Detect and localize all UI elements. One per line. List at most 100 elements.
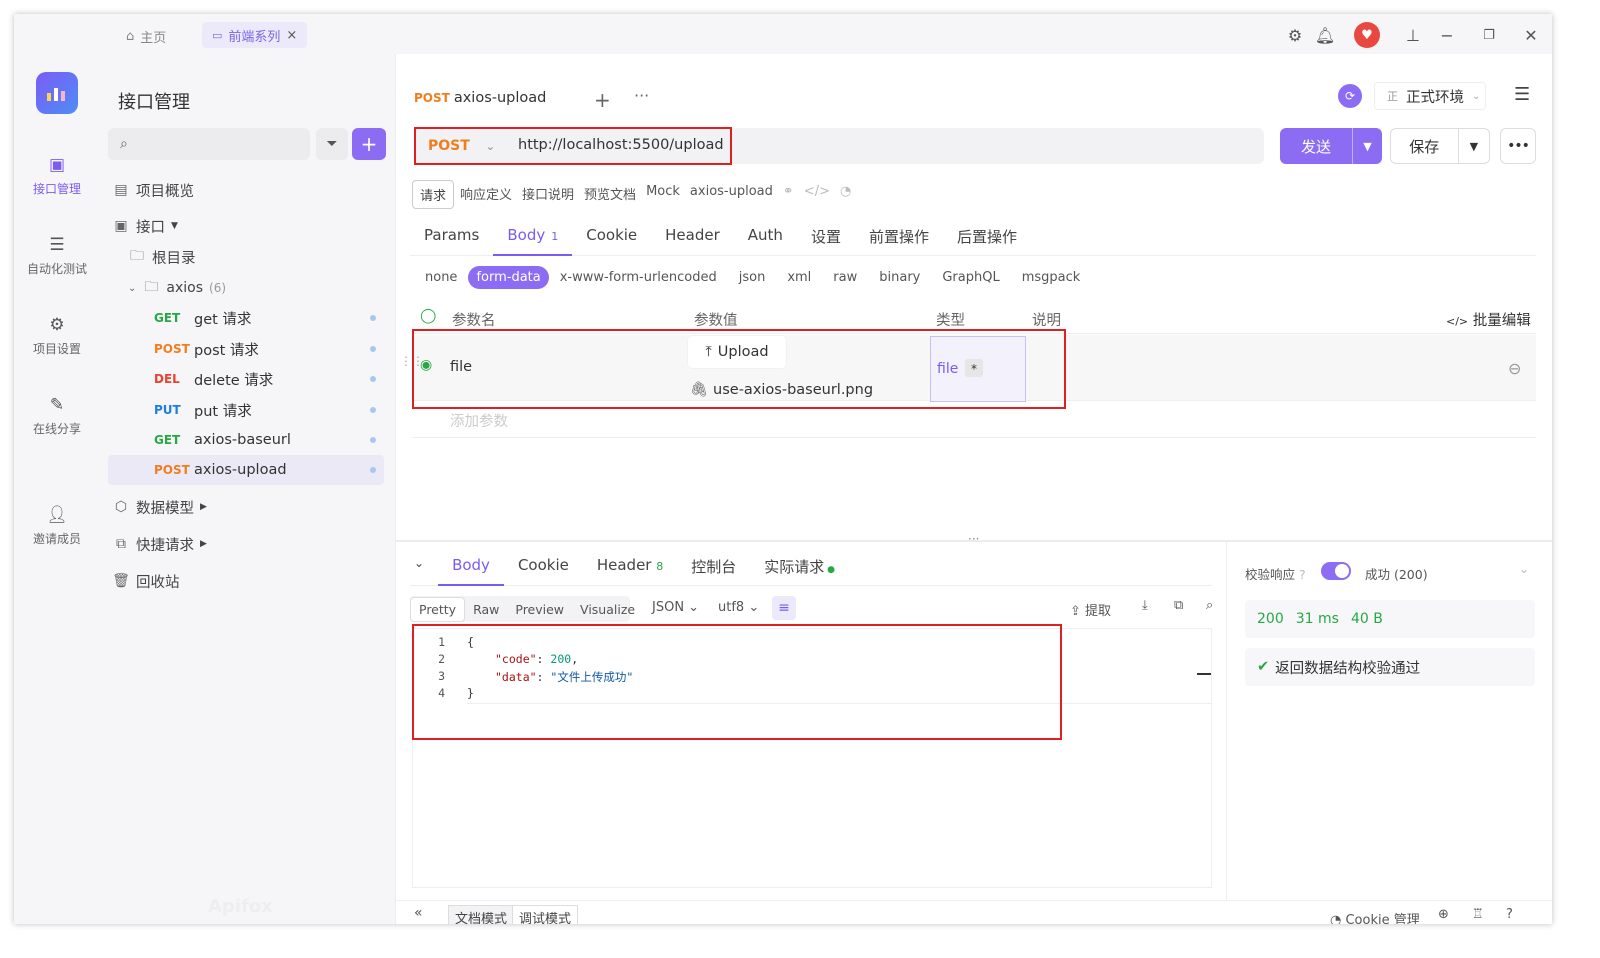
rail-automation[interactable]: ☰ 自动化测试 bbox=[14, 234, 100, 277]
format-select[interactable]: JSON ⌄ bbox=[652, 600, 699, 615]
chevron-down-icon[interactable]: ▼ bbox=[1352, 128, 1382, 164]
tab-body[interactable]: Body 1 bbox=[493, 220, 573, 256]
body-type-raw[interactable]: raw bbox=[822, 266, 868, 289]
more-button[interactable]: ••• bbox=[1500, 128, 1536, 164]
tab-post-actions[interactable]: 后置操作 bbox=[943, 220, 1031, 256]
search-input[interactable]: ⌕ bbox=[108, 128, 310, 160]
tree-api-item-selected[interactable]: POST axios-upload bbox=[108, 455, 384, 485]
tree-api-item[interactable]: GET axios-baseurl bbox=[108, 425, 384, 455]
tab-settings[interactable]: 设置 bbox=[797, 220, 855, 256]
tab-auth[interactable]: Auth bbox=[734, 220, 797, 256]
body-type-json[interactable]: json bbox=[728, 266, 777, 289]
subtab-mock[interactable]: Mock bbox=[642, 180, 684, 209]
tree-data-model[interactable]: ⬡ 数据模型 ▶ bbox=[112, 493, 207, 521]
tree-overview[interactable]: ▤ 项目概览 bbox=[112, 176, 194, 204]
tree-folder-axios[interactable]: ⌄ 🗀 axios (6) bbox=[128, 274, 226, 302]
restore-icon[interactable]: ❐ bbox=[1478, 24, 1500, 46]
resp-tab-console[interactable]: 控制台 bbox=[677, 550, 750, 586]
tab-cookie[interactable]: Cookie bbox=[572, 220, 651, 256]
close-tab-icon[interactable]: × bbox=[286, 28, 297, 43]
tree-api-item[interactable]: GET get 请求 bbox=[108, 303, 384, 333]
subtab-request[interactable]: 请求 bbox=[412, 180, 455, 209]
resize-handle-icon[interactable]: ··· bbox=[968, 532, 979, 546]
link-icon[interactable]: ⚭ bbox=[779, 180, 798, 209]
filter-button[interactable]: ⏷ bbox=[316, 128, 348, 160]
add-param-row[interactable]: 添加参数 bbox=[412, 402, 1536, 438]
collapse-sidebar-icon[interactable]: « bbox=[414, 905, 423, 921]
tree-apis[interactable]: ▣ 接口 ▼ bbox=[112, 212, 178, 240]
code-icon[interactable]: </> bbox=[800, 180, 834, 209]
close-window-icon[interactable]: ✕ bbox=[1520, 24, 1542, 46]
tab-home[interactable]: ⌂ 主页 bbox=[126, 24, 166, 48]
more-tabs-icon[interactable]: ··· bbox=[634, 86, 649, 105]
view-pretty[interactable]: Pretty bbox=[410, 596, 466, 622]
tab-params[interactable]: Params bbox=[410, 220, 493, 256]
resp-tab-body[interactable]: Body bbox=[438, 550, 504, 586]
debug-mode-button[interactable]: 调试模式 bbox=[512, 905, 579, 924]
body-type-form-data[interactable]: form-data bbox=[468, 266, 549, 289]
body-type-graphql[interactable]: GraphQL bbox=[931, 266, 1010, 289]
copy-icon[interactable]: ⧉ bbox=[1174, 598, 1183, 613]
encoding-select[interactable]: utf8 ⌄ bbox=[718, 600, 759, 615]
tree-root[interactable]: 🗀 根目录 bbox=[128, 243, 196, 271]
view-visualize[interactable]: Visualize bbox=[572, 598, 643, 621]
drag-handle-icon[interactable]: ⋮⋮ bbox=[400, 354, 424, 368]
chevron-down-icon[interactable]: ⌄ bbox=[1519, 562, 1529, 576]
check-all-icon[interactable]: ◯ bbox=[420, 308, 436, 324]
tab-frontend-series[interactable]: ▭ 前端系列 × bbox=[202, 22, 308, 48]
chevron-down-icon[interactable]: ▼ bbox=[1457, 129, 1489, 163]
subtab-doc[interactable]: 接口说明 bbox=[518, 180, 578, 209]
tree-api-item[interactable]: PUT put 请求 bbox=[108, 395, 384, 425]
body-type-msgpack[interactable]: msgpack bbox=[1011, 266, 1092, 289]
wrap-icon[interactable]: ≡ bbox=[772, 596, 796, 620]
subtab-response-def[interactable]: 响应定义 bbox=[456, 180, 516, 209]
collapse-chevron-icon[interactable]: ⌄ bbox=[410, 550, 438, 586]
doc-mode-button[interactable]: 文档模式 bbox=[448, 905, 515, 924]
request-tab[interactable]: POST axios-upload bbox=[406, 78, 576, 120]
resp-tab-actual[interactable]: 实际请求 ● bbox=[750, 550, 849, 586]
view-raw[interactable]: Raw bbox=[465, 598, 507, 621]
tab-pre-actions[interactable]: 前置操作 bbox=[855, 220, 943, 256]
rail-project-settings[interactable]: ⚙ 项目设置 bbox=[14, 314, 100, 357]
tree-api-item[interactable]: DEL delete 请求 bbox=[108, 364, 384, 394]
search-icon[interactable]: ⌕ bbox=[1206, 598, 1213, 613]
resp-tab-cookie[interactable]: Cookie bbox=[504, 550, 583, 586]
tab-header[interactable]: Header bbox=[651, 220, 734, 256]
help-circle-icon[interactable]: ? bbox=[1506, 907, 1513, 922]
validate-status[interactable]: 成功 (200) bbox=[1365, 564, 1428, 583]
rail-api-management[interactable]: ▣ 接口管理 bbox=[14, 154, 100, 197]
tree-api-item[interactable]: POST post 请求 bbox=[108, 334, 384, 364]
add-button[interactable]: + bbox=[352, 128, 386, 160]
tree-quick-request[interactable]: ⧉ 快捷请求 ▶ bbox=[112, 530, 207, 558]
environment-select[interactable]: 正 正式环境 ⌄ bbox=[1374, 82, 1486, 110]
minimize-icon[interactable]: − bbox=[1436, 24, 1458, 46]
validate-toggle[interactable] bbox=[1321, 562, 1351, 580]
cookie-manager-button[interactable]: ◔ Cookie 管理 bbox=[1330, 909, 1420, 924]
extract-button[interactable]: ⇪ 提取 bbox=[1070, 600, 1111, 619]
bulk-edit-button[interactable]: </> 批量编辑 bbox=[1446, 309, 1531, 330]
view-preview[interactable]: Preview bbox=[507, 598, 572, 621]
bell-icon[interactable]: 🔔︎ bbox=[1314, 24, 1336, 46]
body-type-xml[interactable]: xml bbox=[776, 266, 822, 289]
new-tab-icon[interactable]: + bbox=[594, 88, 611, 112]
send-button[interactable]: 发送 ▼ bbox=[1280, 128, 1382, 164]
body-type-none[interactable]: none bbox=[414, 266, 468, 289]
remove-row-icon[interactable]: ⊖ bbox=[1508, 359, 1521, 378]
history-icon[interactable]: ◔ bbox=[836, 180, 855, 209]
download-icon[interactable]: ⤓ bbox=[1142, 598, 1148, 613]
sync-icon[interactable]: ⟳ bbox=[1338, 84, 1362, 108]
save-button[interactable]: 保存 ▼ bbox=[1390, 128, 1490, 164]
pin-icon[interactable]: ⊥ bbox=[1402, 24, 1424, 46]
upload-circle-icon[interactable]: ⊕ bbox=[1438, 907, 1449, 922]
tree-trash[interactable]: 🗑︎ 回收站 bbox=[112, 567, 179, 595]
resp-tab-header[interactable]: Header 8 bbox=[583, 550, 677, 586]
gear-icon[interactable]: ⚙ bbox=[1284, 24, 1306, 46]
menu-icon[interactable]: ☰ bbox=[1514, 84, 1530, 105]
rail-invite[interactable]: 👤︎ 邀请成员 bbox=[14, 504, 100, 547]
body-type-binary[interactable]: binary bbox=[868, 266, 931, 289]
rail-share[interactable]: ✎ 在线分享 bbox=[14, 394, 100, 437]
user-avatar[interactable]: ♥ bbox=[1354, 22, 1380, 48]
subtab-preview[interactable]: 预览文档 bbox=[580, 180, 640, 209]
shirt-icon[interactable]: ♖ bbox=[1472, 907, 1484, 922]
body-type-urlencoded[interactable]: x-www-form-urlencoded bbox=[549, 266, 728, 289]
